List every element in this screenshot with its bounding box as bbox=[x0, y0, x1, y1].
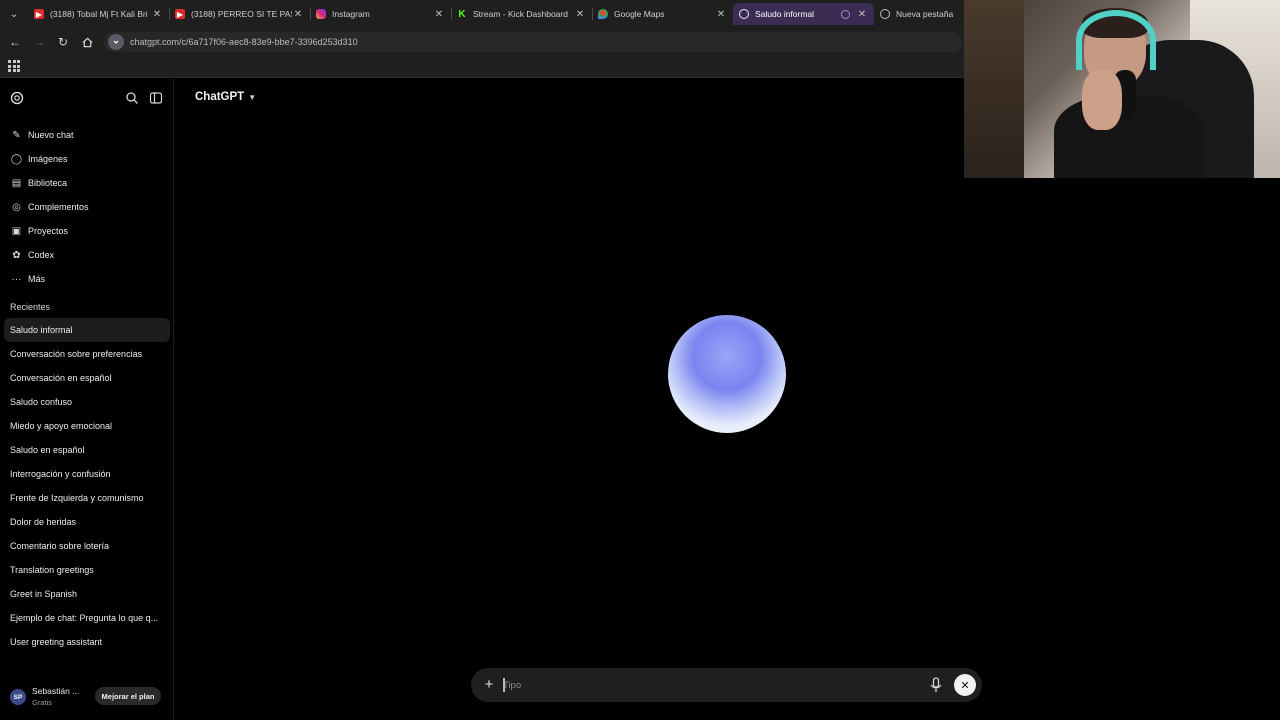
tab-title: Stream - Kick Dashboard bbox=[473, 9, 568, 19]
address-bar[interactable]: chatgpt.com/c/6a717f06-aec8-83e9-bbe7-33… bbox=[104, 32, 962, 52]
avatar: SP bbox=[10, 689, 26, 705]
recent-chat-item[interactable]: Saludo informal bbox=[4, 318, 170, 342]
recording-indicator-icon bbox=[841, 9, 850, 19]
recent-chat-item[interactable]: Ejemplo de chat: Pregunta lo que q... bbox=[4, 606, 170, 630]
recent-chat-item[interactable]: Greet in Spanish bbox=[4, 582, 170, 606]
webcam-overlay bbox=[964, 0, 1280, 178]
apps-grid-icon[interactable] bbox=[8, 60, 20, 72]
tab-title: Google Maps bbox=[614, 9, 665, 19]
codex-icon: ✿ bbox=[12, 249, 21, 261]
recents-heading: Recientes bbox=[10, 302, 51, 312]
recent-chat-item[interactable]: Frente de Izquierda y comunismo bbox=[4, 486, 170, 510]
browser-tab-active[interactable]: Saludo informal ✕ bbox=[733, 3, 874, 25]
sidebar-item-more[interactable]: ··· Más bbox=[6, 267, 170, 291]
recent-chat-item[interactable]: Translation greetings bbox=[4, 558, 170, 582]
sidebar-item-plugins[interactable]: ◎ Complementos bbox=[6, 195, 170, 219]
tab-close-icon[interactable]: ✕ bbox=[292, 9, 304, 20]
tab-list: ▶ (3188) Tobal Mj Ft Kali Bri ✕ ▶ (3188)… bbox=[28, 3, 1015, 25]
tab-close-icon[interactable]: ✕ bbox=[151, 9, 163, 20]
forward-arrow-icon[interactable]: → bbox=[30, 33, 48, 51]
browser-tab[interactable]: Google Maps ✕ bbox=[592, 3, 733, 25]
sidebar-item-codex[interactable]: ✿ Codex bbox=[6, 243, 170, 267]
recent-chat-item[interactable]: User greeting assistant bbox=[4, 630, 170, 654]
sidebar-item-label: Proyectos bbox=[28, 226, 69, 236]
sidebar-header bbox=[0, 79, 174, 117]
recent-chat-item[interactable]: Saludo en español bbox=[4, 438, 170, 462]
library-icon: ▤ bbox=[11, 177, 22, 189]
tab-close-icon[interactable]: ✕ bbox=[433, 9, 445, 20]
sidebar-nav: ✎ Nuevo chat ◯ Imágenes ▤ Biblioteca ◎ C… bbox=[6, 123, 170, 291]
tab-search-chevron-icon[interactable]: ⌄ bbox=[4, 4, 24, 24]
images-icon: ◯ bbox=[10, 153, 23, 165]
recent-chat-item[interactable]: Saludo confuso bbox=[4, 390, 170, 414]
account-section[interactable]: SP Sebastián ... Gratis Mejorar el plan bbox=[0, 678, 174, 720]
instagram-icon bbox=[316, 9, 326, 19]
text-cursor bbox=[503, 678, 505, 692]
tab-close-icon[interactable]: ✕ bbox=[715, 9, 727, 20]
sidebar-item-projects[interactable]: ▣ Proyectos bbox=[6, 219, 170, 243]
plus-icon[interactable]: + bbox=[481, 677, 497, 693]
model-name: ChatGPT bbox=[195, 91, 245, 103]
recents-list: Saludo informal Conversación sobre prefe… bbox=[4, 318, 170, 654]
reload-icon[interactable]: ↻ bbox=[54, 33, 72, 51]
openai-logo-icon[interactable] bbox=[10, 91, 24, 105]
url-text: chatgpt.com/c/6a717f06-aec8-83e9-bbe7-33… bbox=[130, 37, 358, 47]
sidebar-item-label: Imágenes bbox=[28, 154, 68, 164]
youtube-icon: ▶ bbox=[34, 9, 44, 19]
recent-chat-item[interactable]: Dolor de heridas bbox=[4, 510, 170, 534]
recent-chat-item[interactable]: Miedo y apoyo emocional bbox=[4, 414, 170, 438]
sidebar-item-label: Codex bbox=[28, 250, 55, 260]
search-icon[interactable] bbox=[125, 91, 139, 105]
browser-tab[interactable]: Instagram ✕ bbox=[310, 3, 451, 25]
tab-title: (3188) PERREO SI TE PASO bbox=[191, 9, 292, 19]
browser-tab[interactable]: ▶ (3188) Tobal Mj Ft Kali Bri ✕ bbox=[28, 3, 169, 25]
chatgpt-icon bbox=[739, 9, 749, 19]
microphone-icon[interactable] bbox=[929, 677, 943, 693]
account-name: Sebastián ... bbox=[32, 686, 80, 696]
tab-title: Saludo informal bbox=[755, 9, 815, 19]
youtube-icon: ▶ bbox=[175, 9, 185, 19]
recent-chat-item[interactable]: Comentario sobre lotería bbox=[4, 534, 170, 558]
sidebar-toggle-icon[interactable] bbox=[149, 91, 163, 105]
sidebar-item-library[interactable]: ▤ Biblioteca bbox=[6, 171, 170, 195]
home-icon[interactable] bbox=[78, 33, 96, 51]
tab-title: Instagram bbox=[332, 9, 370, 19]
sidebar-item-label: Nuevo chat bbox=[28, 130, 74, 140]
browser-tab[interactable]: ▶ (3188) PERREO SI TE PASO ✕ bbox=[169, 3, 310, 25]
voice-mode-orb bbox=[668, 315, 786, 433]
site-info-icon[interactable] bbox=[108, 34, 124, 50]
edit-icon: ✎ bbox=[12, 129, 21, 141]
recent-chat-item[interactable]: Interrogación y confusión bbox=[4, 462, 170, 486]
close-voice-mode-button[interactable]: ✕ bbox=[954, 674, 976, 696]
tab-title: (3188) Tobal Mj Ft Kali Bri bbox=[50, 9, 148, 19]
sidebar-item-new-chat[interactable]: ✎ Nuevo chat bbox=[6, 123, 170, 147]
sidebar-item-label: Complementos bbox=[28, 202, 89, 212]
prompt-input[interactable] bbox=[503, 676, 923, 694]
folder-icon: ▣ bbox=[11, 225, 22, 237]
chevron-down-icon: ▼ bbox=[248, 92, 257, 102]
recent-chat-item[interactable]: Conversación en español bbox=[4, 366, 170, 390]
upgrade-plan-button[interactable]: Mejorar el plan bbox=[95, 687, 161, 705]
browser-tab[interactable]: K Stream - Kick Dashboard ✕ bbox=[451, 3, 592, 25]
chrome-icon bbox=[880, 9, 890, 19]
model-picker[interactable]: ChatGPT ▼ bbox=[195, 91, 256, 103]
tab-close-icon[interactable]: ✕ bbox=[574, 9, 586, 20]
back-arrow-icon[interactable]: ← bbox=[6, 33, 24, 51]
account-plan: Gratis bbox=[32, 698, 53, 707]
composer: + ✕ bbox=[471, 668, 982, 702]
sidebar: ✎ Nuevo chat ◯ Imágenes ▤ Biblioteca ◎ C… bbox=[0, 79, 174, 720]
sidebar-item-label: Más bbox=[28, 274, 46, 284]
recent-chat-item[interactable]: Conversación sobre preferencias bbox=[4, 342, 170, 366]
sidebar-item-images[interactable]: ◯ Imágenes bbox=[6, 147, 170, 171]
kick-icon: K bbox=[458, 8, 466, 20]
tab-close-icon[interactable]: ✕ bbox=[856, 9, 868, 20]
plugins-icon: ◎ bbox=[12, 201, 21, 213]
more-icon: ··· bbox=[11, 273, 22, 285]
sidebar-item-label: Biblioteca bbox=[28, 178, 68, 188]
maps-icon bbox=[598, 9, 608, 19]
